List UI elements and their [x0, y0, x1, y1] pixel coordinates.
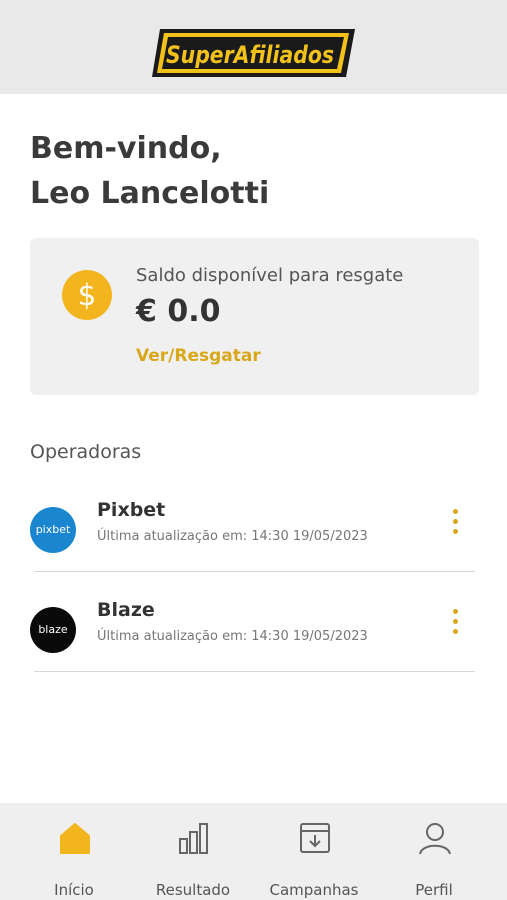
home-icon [60, 823, 90, 854]
operator-name: Pixbet [97, 499, 166, 521]
more-options-icon[interactable] [448, 505, 464, 539]
svg-text:SuperAfiliados: SuperAfiliados [166, 41, 334, 69]
operator-updated: Última atualização em: 14:30 19/05/2023 [97, 629, 368, 644]
dollar-coin-icon: $ [62, 270, 112, 320]
user-icon [419, 823, 451, 855]
tab-perfil[interactable]: Perfil [379, 821, 489, 899]
view-redeem-link[interactable]: Ver/Resgatar [136, 346, 261, 366]
divider [34, 571, 475, 572]
balance-value: € 0.0 [136, 294, 221, 329]
bar-chart-icon [179, 823, 208, 854]
app-header: SuperAfiliados [0, 0, 507, 94]
tab-label: Campanhas [269, 881, 359, 899]
tab-label: Resultado [155, 881, 231, 899]
more-options-icon[interactable] [448, 605, 464, 639]
operator-name: Blaze [97, 599, 155, 621]
tab-resultado[interactable]: Resultado [138, 821, 248, 899]
tab-label: Início [54, 881, 94, 899]
balance-label: Saldo disponível para resgate [136, 265, 404, 286]
welcome-heading: Bem-vindo, Leo Lancelotti [30, 126, 269, 216]
divider [34, 671, 475, 672]
operators-title: Operadoras [30, 441, 142, 463]
superafiliados-logo: SuperAfiliados [150, 25, 360, 83]
tab-campanhas[interactable]: Campanhas [259, 821, 369, 899]
balance-card: $ Saldo disponível para resgate € 0.0 Ve… [30, 238, 479, 395]
operator-row-blaze[interactable]: blaze Blaze Última atualização em: 14:30… [30, 599, 475, 679]
welcome-line: Bem-vindo, [30, 131, 222, 166]
bottom-tab-bar: Início Resultado Campanhas Perfil [0, 803, 507, 900]
download-box-icon [300, 823, 330, 853]
pixbet-logo: pixbet [30, 507, 76, 553]
tab-inicio[interactable]: Início [19, 821, 129, 899]
blaze-logo: blaze [30, 607, 76, 653]
tab-label: Perfil [415, 881, 453, 899]
operator-row-pixbet[interactable]: pixbet Pixbet Última atualização em: 14:… [30, 499, 475, 579]
operator-updated: Última atualização em: 14:30 19/05/2023 [97, 529, 368, 544]
user-name: Leo Lancelotti [30, 176, 270, 211]
